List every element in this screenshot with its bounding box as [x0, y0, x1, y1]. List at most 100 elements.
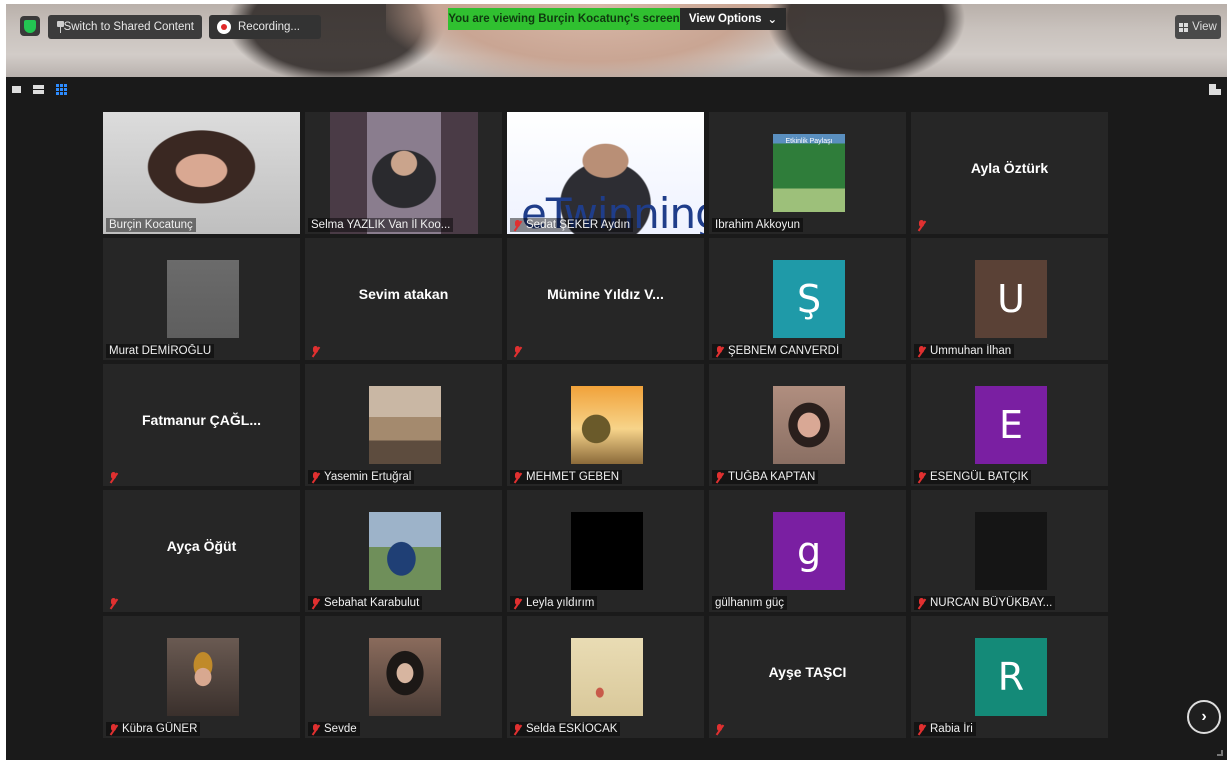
- security-shield-icon[interactable]: [20, 16, 40, 36]
- participant-tile[interactable]: TUĞBA KAPTAN: [709, 364, 906, 486]
- participant-tile[interactable]: Fatmanur ÇAĞL...: [103, 364, 300, 486]
- participant-name-label: Selma YAZLIK Van İl Koo...: [308, 218, 454, 232]
- participant-tile[interactable]: Leyla yıldırım: [507, 490, 704, 612]
- participant-tile[interactable]: g gülhanım güç: [709, 490, 906, 612]
- muted-mic-icon: [109, 598, 118, 609]
- participant-display-name: Ayşe TAŞCI: [768, 664, 847, 680]
- participant-photo: [571, 386, 643, 464]
- participant-name: Kübra GÜNER: [122, 723, 198, 735]
- participant-avatar: E: [975, 386, 1047, 464]
- participant-avatar: Ş: [773, 260, 845, 338]
- muted-mic-icon: [513, 723, 522, 735]
- participant-name: Ummuhan İlhan: [930, 345, 1012, 357]
- layout-single-icon[interactable]: [12, 86, 21, 93]
- muted-mic-icon: [109, 723, 118, 735]
- participant-tile[interactable]: Ayşe TAŞCI: [709, 616, 906, 738]
- participant-tile[interactable]: Murat DEMİROĞLU: [103, 238, 300, 360]
- muted-mic-icon: [715, 471, 724, 483]
- participant-tile[interactable]: eTwinning Sedat ŞEKER Aydın: [507, 112, 704, 234]
- participant-tile[interactable]: MEHMET GEBEN: [507, 364, 704, 486]
- recording-label: Recording...: [238, 21, 301, 33]
- layout-grid-icon[interactable]: [56, 84, 67, 95]
- muted-mic-icon: [715, 345, 724, 357]
- participant-tile[interactable]: Selma YAZLIK Van İl Koo...: [305, 112, 502, 234]
- muted-mic-icon: [917, 471, 926, 483]
- participant-name-label: MEHMET GEBEN: [510, 470, 623, 484]
- participant-name: NURCAN BÜYÜKBAY...: [930, 597, 1053, 609]
- participant-name: Selda ESKİOCAK: [526, 723, 618, 735]
- recording-button[interactable]: Recording...: [209, 15, 321, 39]
- participant-tile[interactable]: Ş ŞEBNEM CANVERDİ: [709, 238, 906, 360]
- layout-strip-icon[interactable]: [33, 85, 44, 94]
- meeting-window: Switch to Shared Content Recording... Yo…: [6, 4, 1227, 760]
- participant-tile[interactable]: Sevim atakan: [305, 238, 502, 360]
- participant-name-label: Selda ESKİOCAK: [510, 722, 621, 736]
- participant-name: Yasemin Ertuğral: [324, 471, 412, 483]
- participant-name: Rabia İri: [930, 723, 973, 735]
- participant-name: gülhanım güç: [715, 597, 785, 609]
- participant-photo: [975, 512, 1047, 590]
- participant-name-label: ESENGÜL BATÇIK: [914, 470, 1032, 484]
- participant-tile[interactable]: Kübra GÜNER: [103, 616, 300, 738]
- resize-handle-icon[interactable]: [1217, 750, 1223, 756]
- next-page-button[interactable]: ›: [1187, 700, 1221, 734]
- participant-tile[interactable]: Sevde: [305, 616, 502, 738]
- participant-tile[interactable]: E ESENGÜL BATÇIK: [911, 364, 1108, 486]
- participant-name-label: Rabia İri: [914, 722, 976, 736]
- muted-mic-icon: [109, 472, 118, 483]
- participant-name: TUĞBA KAPTAN: [728, 471, 816, 483]
- participant-display-name: Sevim atakan: [358, 286, 449, 302]
- participant-name-label: Yasemin Ertuğral: [308, 470, 415, 484]
- participant-photo: [369, 512, 441, 590]
- participant-photo: [167, 260, 239, 338]
- participant-tile[interactable]: Burçin Kocatunç: [103, 112, 300, 234]
- participant-tile[interactable]: Ayça Öğüt: [103, 490, 300, 612]
- participant-tile[interactable]: Sebahat Karabulut: [305, 490, 502, 612]
- participant-photo: [167, 638, 239, 716]
- participant-tile[interactable]: Mümine Yıldız V...: [507, 238, 704, 360]
- muted-mic-icon: [513, 471, 522, 483]
- participant-grid: Burçin Kocatunç Selma YAZLIK Van İl Koo..…: [103, 112, 1109, 740]
- participant-name-label: [106, 471, 121, 484]
- participant-name-label: Sedat ŞEKER Aydın: [510, 218, 633, 232]
- shared-screen-hair-right: [766, 4, 966, 77]
- muted-mic-icon: [513, 597, 522, 609]
- view-options-button[interactable]: View Options ⌄: [680, 8, 786, 30]
- participant-photo: [571, 638, 643, 716]
- participant-name: Ibrahim Akkoyun: [715, 219, 801, 231]
- participant-name-label: [308, 345, 323, 358]
- participant-name-label: Sevde: [308, 722, 360, 736]
- participant-tile[interactable]: Selda ESKİOCAK: [507, 616, 704, 738]
- recording-icon: [217, 20, 231, 34]
- chevron-right-icon: ›: [1201, 708, 1207, 725]
- muted-mic-icon: [917, 723, 926, 735]
- participant-name: Sevde: [324, 723, 357, 735]
- participant-name-label: Sebahat Karabulut: [308, 596, 423, 610]
- shared-screen-strip[interactable]: Switch to Shared Content Recording... Yo…: [6, 4, 1227, 77]
- participant-tile[interactable]: Yasemin Ertuğral: [305, 364, 502, 486]
- participant-name: Selma YAZLIK Van İl Koo...: [311, 219, 451, 231]
- participant-tile[interactable]: R Rabia İri: [911, 616, 1108, 738]
- participant-tile[interactable]: Ayla Öztürk: [911, 112, 1108, 234]
- switch-to-shared-content-button[interactable]: Switch to Shared Content: [48, 15, 202, 39]
- participant-tile[interactable]: Etkinlik Paylaşı Ibrahim Akkoyun: [709, 112, 906, 234]
- participant-avatar: g: [773, 512, 845, 590]
- participant-name-label: Leyla yıldırım: [510, 596, 598, 610]
- participant-video: [330, 112, 478, 234]
- muted-mic-icon: [715, 724, 724, 735]
- muted-mic-icon: [311, 597, 320, 609]
- participant-name: ŞEBNEM CANVERDİ: [728, 345, 840, 357]
- participant-tile[interactable]: NURCAN BÜYÜKBAY...: [911, 490, 1108, 612]
- participant-photo: [773, 386, 845, 464]
- participant-avatar: R: [975, 638, 1047, 716]
- photo-caption: Etkinlik Paylaşı: [785, 138, 833, 145]
- muted-mic-icon: [311, 723, 320, 735]
- viewing-suffix: 's screen: [630, 13, 680, 25]
- switch-to-shared-content-label: Switch to Shared Content: [63, 21, 194, 33]
- participant-name-label: [510, 345, 525, 358]
- view-button[interactable]: View: [1175, 15, 1221, 39]
- muted-mic-icon: [311, 471, 320, 483]
- participant-photo: [369, 386, 441, 464]
- participant-tile[interactable]: U Ummuhan İlhan: [911, 238, 1108, 360]
- exit-fullscreen-icon[interactable]: [1209, 84, 1221, 95]
